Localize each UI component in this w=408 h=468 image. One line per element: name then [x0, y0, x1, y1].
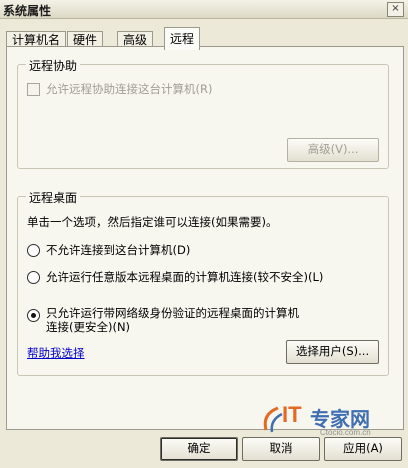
window-title: 系统属性 [3, 4, 52, 18]
watermark-subtext: Ctocio.com.cn [320, 428, 371, 437]
option-deny-connections[interactable]: 不允许连接到这台计算机(D) [27, 242, 190, 258]
close-button[interactable]: × [387, 2, 404, 17]
option-allow-nla-label-line1: 只允许运行带网络级身份验证的远程桌面的计算机 [46, 306, 299, 320]
remote-desktop-group: 远程桌面 单击一个选项，然后指定谁可以连接(如果需要)。 不允许连接到这台计算机… [17, 189, 389, 376]
option-allow-any-version[interactable]: 允许运行任意版本远程桌面的计算机连接(较不安全)(L) [27, 269, 323, 285]
option-deny-connections-label: 不允许连接到这台计算机(D) [46, 243, 191, 257]
remote-assistance-checkbox-row[interactable]: 允许远程协助连接这台计算机(R) [27, 81, 212, 97]
tab-remote[interactable]: 远程 [164, 27, 201, 50]
radio-allow-any-version[interactable] [27, 270, 40, 284]
watermark-logo: IT 专家网 Ctocio.com.cn [260, 400, 400, 440]
remote-assistance-group: 远程协助 允许远程协助连接这台计算机(R) 高级(V)... [17, 57, 389, 169]
cancel-button[interactable]: 取消 [242, 437, 320, 461]
select-users-button[interactable]: 选择用户(S)... [286, 340, 379, 364]
system-properties-dialog: 系统属性 × 计算机名 硬件 高级 远程 远程协助 允许远程协助连接这台计算机(… [0, 0, 408, 468]
option-allow-any-version-label: 允许运行任意版本远程桌面的计算机连接(较不安全)(L) [46, 270, 324, 284]
remote-tab-panel: 远程协助 允许远程协助连接这台计算机(R) 高级(V)... 远程桌面 单击一个… [6, 46, 404, 430]
radio-allow-nla-only[interactable] [27, 309, 40, 322]
ok-button[interactable]: 确定 [160, 437, 238, 461]
watermark-it-text: IT [282, 402, 302, 427]
option-allow-nla-only[interactable]: 只允许运行带网络级身份验证的远程桌面的计算机 连接(更安全)(N) [27, 306, 299, 334]
apply-button[interactable]: 应用(A) [324, 437, 402, 461]
radio-deny-connections[interactable] [27, 243, 40, 257]
remote-desktop-title: 远程桌面 [26, 189, 81, 206]
help-me-choose-link[interactable]: 帮助我选择 [27, 345, 85, 361]
advanced-button[interactable]: 高级(V)... [287, 138, 379, 162]
title-bar[interactable]: 系统属性 × [0, 0, 408, 19]
option-allow-nla-label: 只允许运行带网络级身份验证的远程桌面的计算机 连接(更安全)(N) [46, 306, 299, 334]
remote-assistance-checkbox[interactable] [27, 82, 40, 96]
remote-desktop-instruction: 单击一个选项，然后指定谁可以连接(如果需要)。 [27, 215, 278, 229]
option-allow-nla-label-line2: 连接(更安全)(N) [46, 320, 131, 334]
remote-assistance-checkbox-label: 允许远程协助连接这台计算机(R) [46, 82, 213, 96]
remote-assistance-title: 远程协助 [26, 57, 81, 74]
